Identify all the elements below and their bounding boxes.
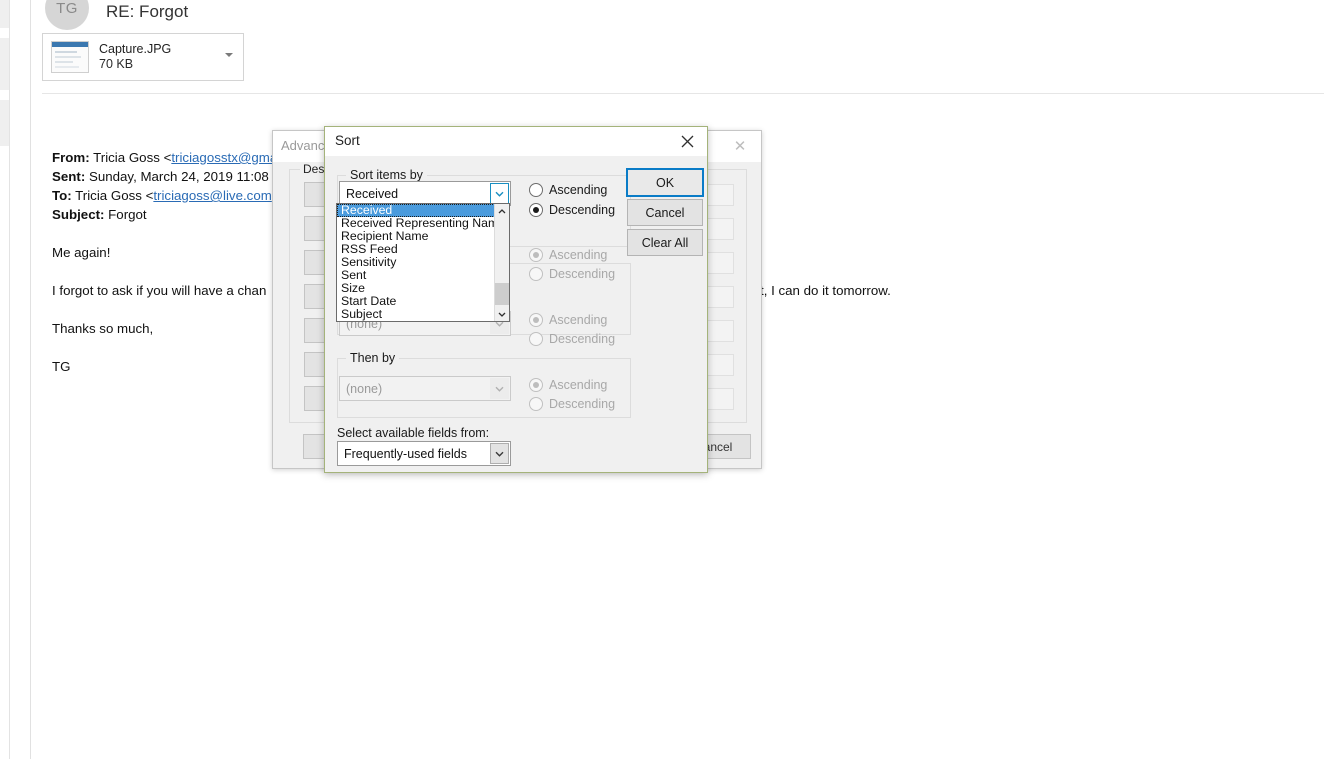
sent-value: Sunday, March 24, 2019 11:08 (88, 169, 269, 184)
ascending-label: Ascending (549, 313, 608, 327)
header-subject: Subject: Forgot (52, 207, 147, 222)
ascending-label: Ascending (549, 248, 608, 262)
then-by-1-ascending-radio[interactable]: Ascending (529, 248, 607, 262)
descending-label: Descending (549, 397, 616, 411)
sort-items-by-label: Sort items by (346, 168, 427, 182)
cancel-button[interactable]: Cancel (627, 199, 703, 226)
sort-items-by-value: Received (346, 186, 399, 201)
then-by-1b-descending-radio[interactable]: Descending (529, 332, 615, 346)
radio-ascending[interactable] (529, 183, 543, 197)
close-icon[interactable] (671, 130, 703, 153)
descending-label: Descending (549, 203, 616, 217)
rail-segment-2 (0, 38, 9, 90)
rail-segment-1 (0, 0, 9, 28)
to-value: Tricia Goss < (75, 188, 154, 203)
chevron-down-icon[interactable] (490, 183, 509, 204)
then-by-2-combo[interactable]: (none) (339, 376, 511, 401)
to-email-link[interactable]: triciagoss@live.com (153, 188, 271, 203)
scrollbar-thumb[interactable] (495, 283, 509, 305)
then-by-1-descending-radio[interactable]: Descending (529, 267, 615, 281)
radio-ascending[interactable] (529, 378, 543, 392)
then-by-2-label: Then by (346, 351, 400, 365)
sort-items-descending-radio[interactable]: Descending (529, 203, 615, 217)
dropdown-scrollbar[interactable] (494, 204, 509, 321)
attachment-name: Capture.JPG (99, 42, 172, 56)
subject-label: Subject: (52, 207, 105, 222)
body-closing: Thanks so much, (52, 321, 154, 336)
radio-ascending[interactable] (529, 313, 543, 327)
fields-from-value: Frequently-used fields (344, 446, 467, 461)
radio-descending[interactable] (529, 332, 543, 346)
rail-segment-3 (0, 100, 9, 146)
avatar: TG (45, 0, 89, 30)
fields-from-label: Select available fields from: (337, 426, 490, 440)
sent-label: Sent: (52, 169, 86, 184)
ascending-label: Ascending (549, 183, 608, 197)
attachment-separator (42, 93, 1324, 94)
radio-descending[interactable] (529, 267, 543, 281)
ok-button[interactable]: OK (626, 168, 704, 197)
descending-label: Descending (549, 332, 616, 346)
to-label: To: (52, 188, 72, 203)
from-label: From: (52, 150, 90, 165)
rail-divider-2 (30, 0, 31, 759)
chevron-up-icon[interactable] (495, 204, 509, 218)
clear-all-button[interactable]: Clear All (627, 229, 703, 256)
from-value: Tricia Goss < (93, 150, 172, 165)
body-line-1-left: I forgot to ask if you will have a chan (52, 283, 267, 298)
sort-dialog-titlebar: Sort (325, 127, 707, 156)
header-sent: Sent: Sunday, March 24, 2019 11:08 (52, 169, 269, 184)
body-greeting: Me again! (52, 245, 111, 260)
chevron-down-icon[interactable] (490, 378, 509, 399)
rail-divider-1 (9, 0, 10, 759)
fields-from-combo[interactable]: Frequently-used fields (337, 441, 511, 466)
image-file-thumbnail-icon (51, 41, 89, 73)
subject-value: Forgot (108, 207, 147, 222)
descending-label: Descending (549, 267, 616, 281)
radio-descending[interactable] (529, 203, 543, 217)
then-by-1b-ascending-radio[interactable]: Ascending (529, 313, 607, 327)
list-item[interactable]: Subject (337, 308, 509, 321)
attachment-card[interactable]: Capture.JPG 70 KB (42, 33, 244, 81)
avatar-initials: TG (56, 0, 78, 17)
sort-items-by-dropdown-list[interactable]: Received Received Representing Name Reci… (336, 203, 510, 322)
chevron-down-icon[interactable] (490, 443, 509, 464)
body-line-1-right: t, I can do it tomorrow. (760, 283, 891, 298)
ascending-label: Ascending (549, 378, 608, 392)
header-from: From: Tricia Goss <triciagosstx@gma (52, 150, 277, 165)
then-by-2-descending-radio[interactable]: Descending (529, 397, 615, 411)
from-email-link[interactable]: triciagosstx@gma (171, 150, 277, 165)
chevron-down-icon[interactable] (495, 307, 509, 321)
close-icon[interactable]: ✕ (725, 136, 755, 158)
app-root: TG RE: Forgot Capture.JPG 70 KB From: Tr… (0, 0, 1324, 759)
body-signature: TG (52, 359, 71, 374)
then-by-2-ascending-radio[interactable]: Ascending (529, 378, 607, 392)
radio-ascending[interactable] (529, 248, 543, 262)
attachment-size: 70 KB (99, 57, 134, 71)
sort-items-ascending-radio[interactable]: Ascending (529, 183, 607, 197)
radio-descending[interactable] (529, 397, 543, 411)
then-by-2-value: (none) (346, 381, 383, 396)
chevron-down-icon[interactable] (225, 53, 233, 57)
header-to: To: Tricia Goss <triciagoss@live.com> (52, 188, 280, 203)
sort-dialog-title: Sort (335, 133, 360, 148)
page-title: RE: Forgot (106, 2, 189, 21)
